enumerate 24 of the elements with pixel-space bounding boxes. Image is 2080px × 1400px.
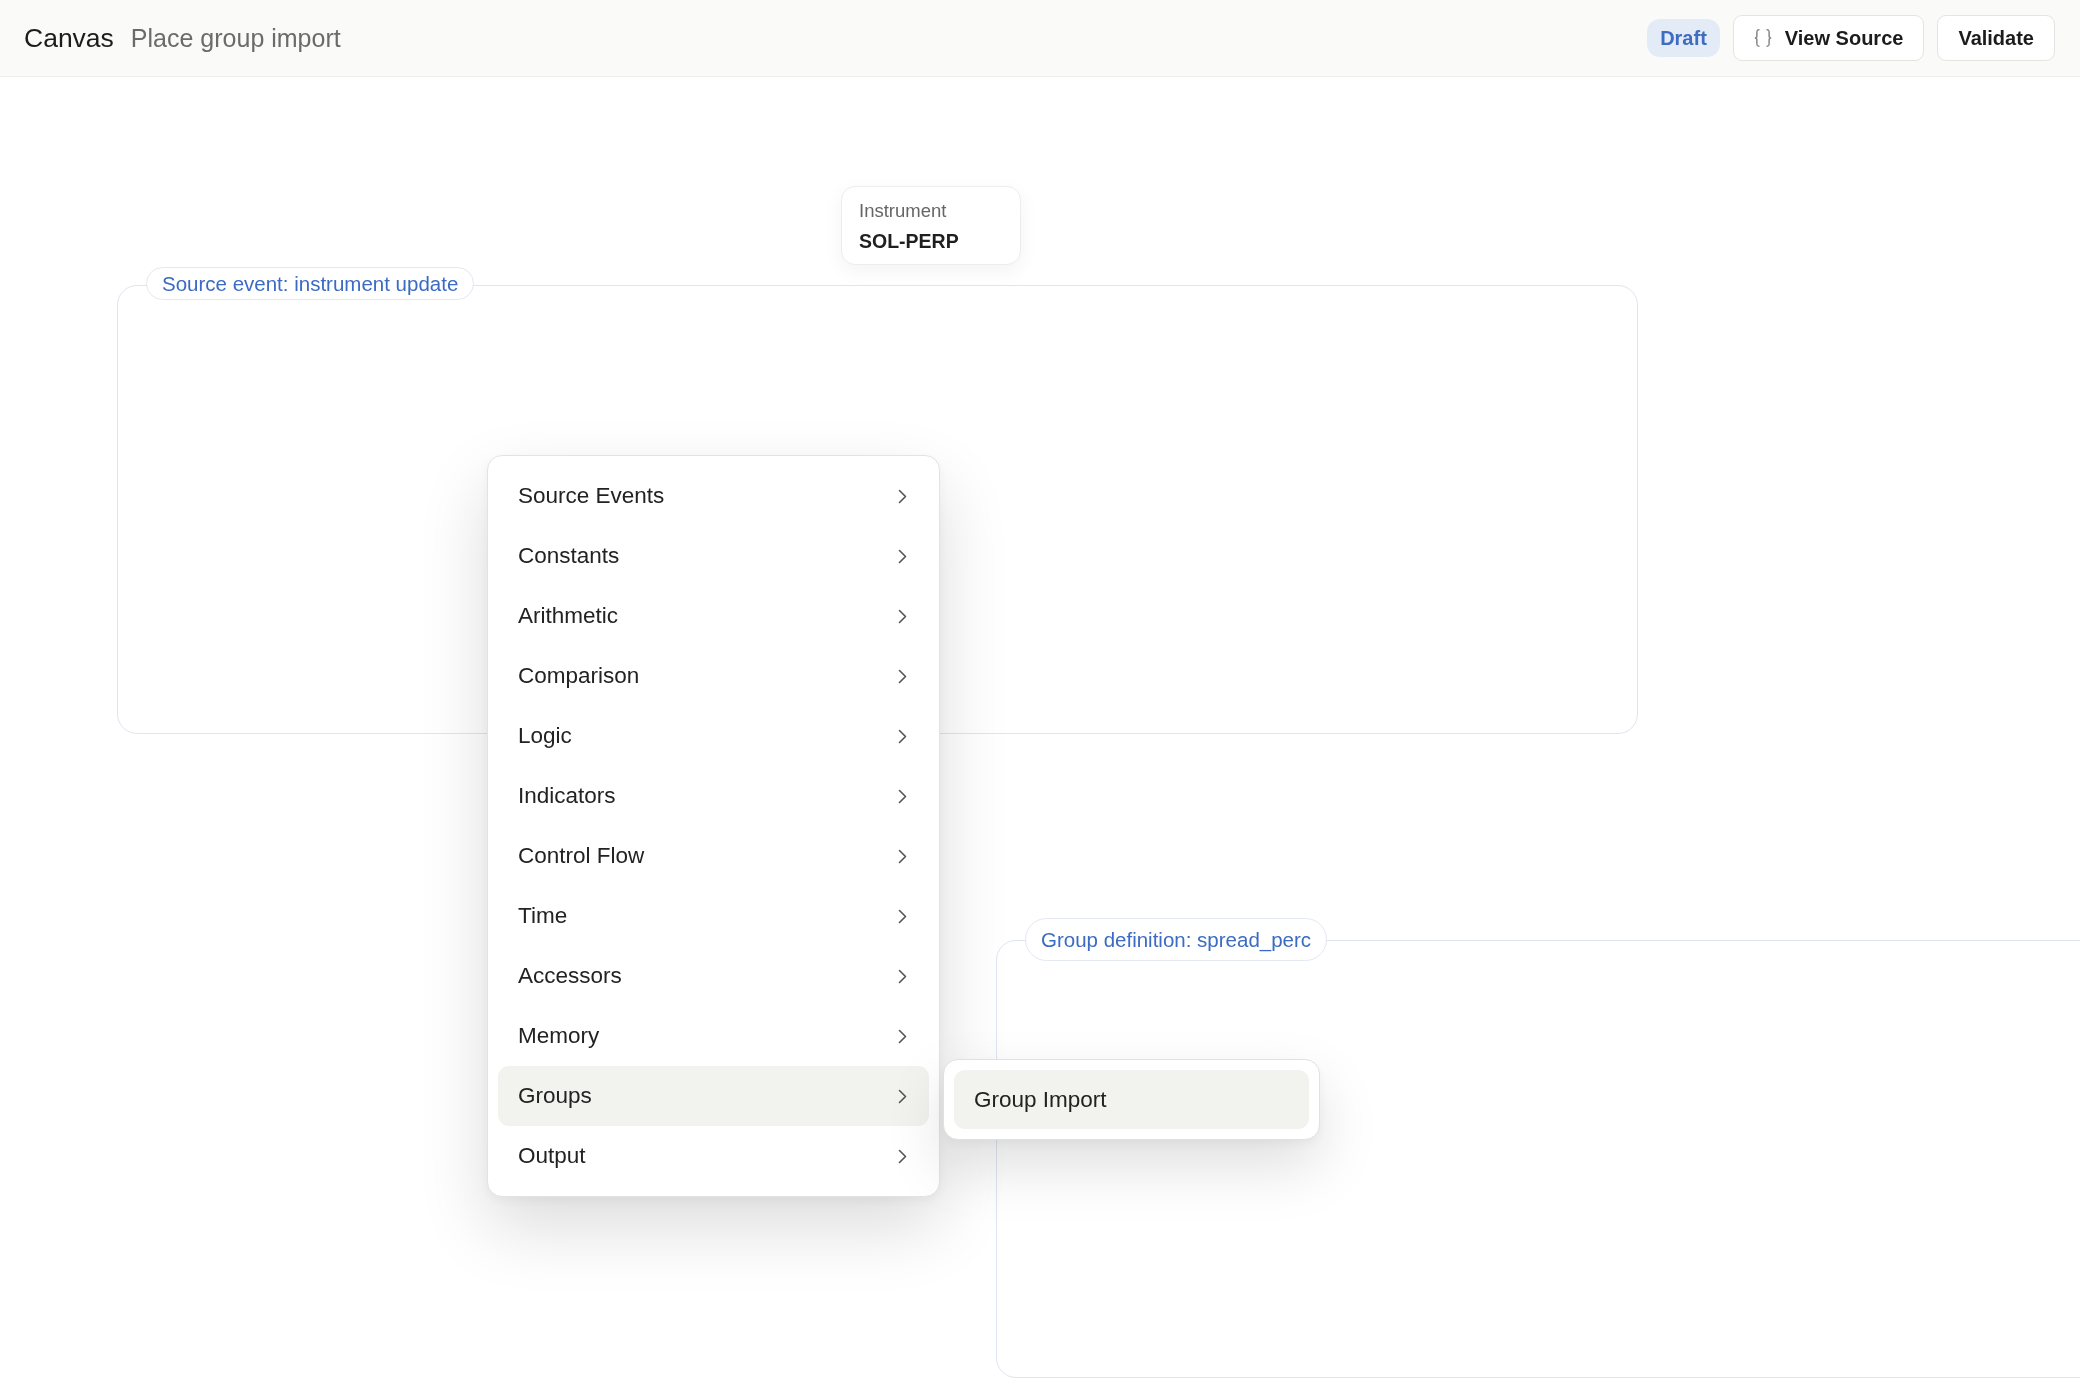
menu-item[interactable]: Comparison	[498, 646, 929, 706]
toolbar-button[interactable]: View Source	[1732, 15, 1925, 61]
menu-item[interactable]: Accessors	[498, 946, 929, 1006]
submenu-item[interactable]: Group Import	[954, 1070, 1309, 1129]
menu-item[interactable]: Output	[498, 1126, 929, 1186]
menu-item[interactable]: Logic	[498, 706, 929, 766]
braces-icon	[1753, 29, 1772, 47]
menu-item[interactable]: Time	[498, 886, 929, 946]
menu-item[interactable]: Indicators	[498, 766, 929, 826]
toolbar-button[interactable]: Validate	[1937, 15, 2055, 61]
menu-item[interactable]: Constants	[498, 526, 929, 586]
menu-item[interactable]: Arithmetic	[498, 586, 929, 646]
menu-item[interactable]: Source Events	[498, 466, 929, 526]
menu-item[interactable]: Memory	[498, 1006, 929, 1066]
node-value: SOL-PERP	[859, 230, 960, 253]
menu-item[interactable]: Groups	[498, 1066, 929, 1126]
node-label: Instrument	[859, 200, 948, 222]
page-subtitle: Place group import	[130, 23, 341, 53]
menu-item[interactable]: Control Flow	[498, 826, 929, 886]
group-label: Group definition: spread_perc	[1025, 918, 1328, 961]
group-label: Source event: instrument update	[146, 267, 475, 300]
instrument-node[interactable]: Instrument SOL-PERP	[841, 186, 1021, 265]
status-badge: Draft	[1647, 19, 1720, 57]
page-title: Canvas	[24, 22, 114, 54]
